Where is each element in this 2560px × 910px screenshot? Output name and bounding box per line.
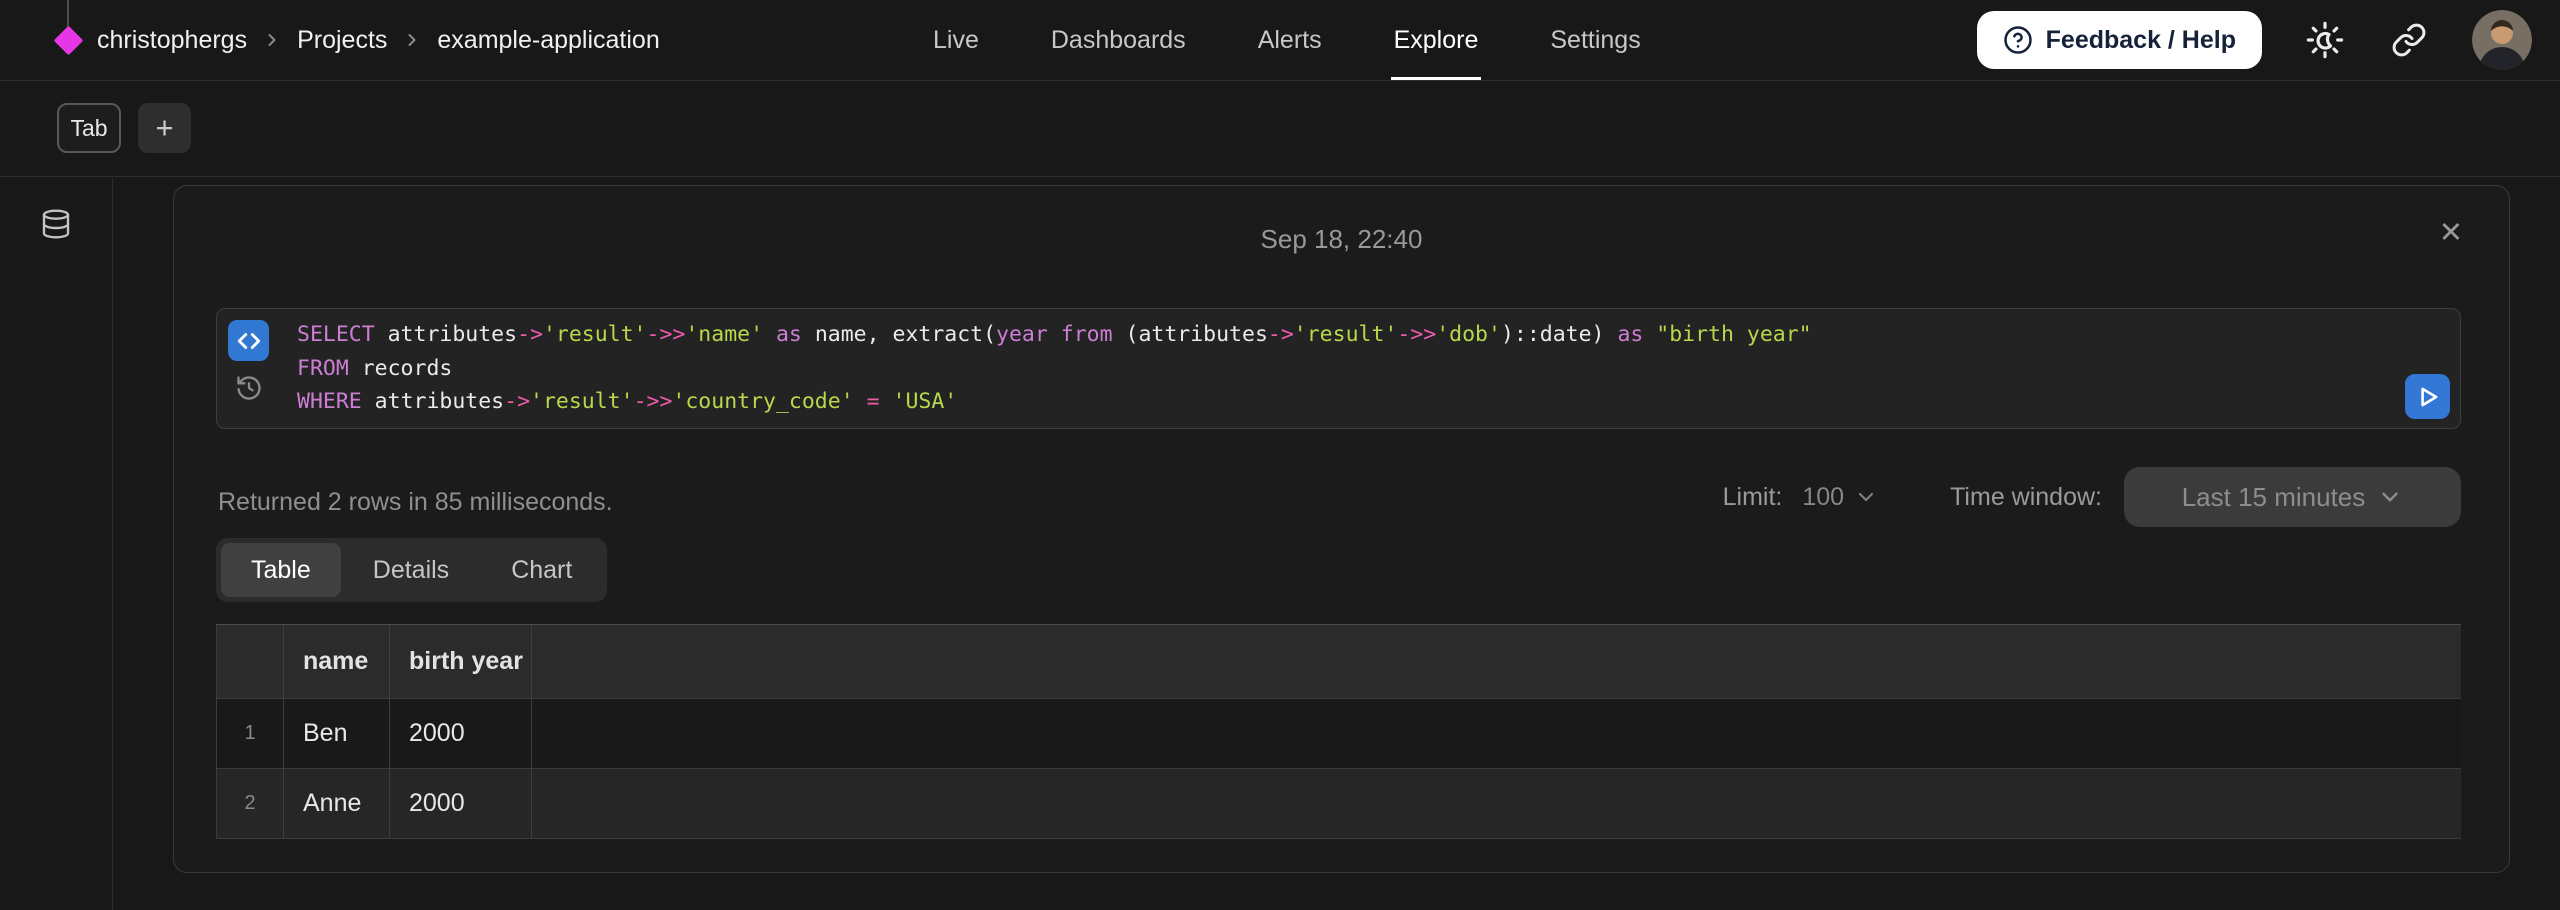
breadcrumb-project-name[interactable]: example-application xyxy=(437,26,659,55)
sql-editor: SELECT attributes->'result'->>'name' as … xyxy=(216,308,2461,429)
top-nav-bar: christophergs Projects example-applicati… xyxy=(0,0,2560,81)
table-header-row: namebirth year xyxy=(217,625,2461,699)
code-mode-button[interactable] xyxy=(228,320,269,361)
row-number: 1 xyxy=(217,699,284,768)
breadcrumb-projects[interactable]: Projects xyxy=(297,26,387,55)
column-header-filler xyxy=(532,625,2461,698)
limit-label: Limit: xyxy=(1723,483,1783,512)
limit-dropdown[interactable]: 100 xyxy=(1802,483,1878,512)
cell-name: Ben xyxy=(284,699,390,768)
play-icon xyxy=(2415,384,2441,410)
nav-item-settings[interactable]: Settings xyxy=(1550,0,1640,80)
table-row: 1Ben2000 xyxy=(217,699,2461,769)
feedback-help-label: Feedback / Help xyxy=(2046,26,2236,55)
feedback-help-button[interactable]: Feedback / Help xyxy=(1977,11,2262,69)
user-avatar[interactable] xyxy=(2472,10,2532,70)
close-icon[interactable]: ✕ xyxy=(2439,219,2463,248)
query-history-button[interactable] xyxy=(232,371,265,404)
sql-code-input[interactable]: SELECT attributes->'result'->>'name' as … xyxy=(297,318,2388,419)
top-right-actions: Feedback / Help xyxy=(1977,0,2532,80)
history-clock-icon xyxy=(235,374,263,402)
results-table: namebirth year1Ben20002Anne2000 xyxy=(216,624,2461,839)
table-row: 2Anne2000 xyxy=(217,769,2461,839)
time-window-value: Last 15 minutes xyxy=(2182,482,2366,513)
cell-birth-year: 2000 xyxy=(390,769,532,838)
schema-browser-button[interactable] xyxy=(36,204,76,244)
chevron-right-icon xyxy=(262,30,282,50)
result-view-tabs: TableDetailsChart xyxy=(216,538,607,602)
theme-toggle-button[interactable] xyxy=(2304,19,2346,61)
tab-strip: Tab + xyxy=(0,82,2560,177)
share-link-button[interactable] xyxy=(2388,19,2430,61)
brand-logo-diamond[interactable] xyxy=(54,26,84,56)
query-timestamp: Sep 18, 22:40 xyxy=(174,224,2509,255)
limit-value: 100 xyxy=(1802,483,1844,512)
time-window-dropdown[interactable]: Last 15 minutes xyxy=(2124,467,2461,527)
database-icon xyxy=(40,207,72,241)
cell-filler xyxy=(532,699,2461,768)
query-result-card: Sep 18, 22:40 ✕ SELECT attributes->'resu… xyxy=(173,185,2510,873)
theme-sun-moon-icon xyxy=(2306,21,2344,59)
run-query-button[interactable] xyxy=(2405,374,2450,419)
sql-line-2: FROM records xyxy=(297,352,2388,386)
column-header-birth-year: birth year xyxy=(390,625,532,698)
view-tab-details[interactable]: Details xyxy=(343,543,479,597)
sql-line-1: SELECT attributes->'result'->>'name' as … xyxy=(297,318,2388,352)
breadcrumb-org[interactable]: christophergs xyxy=(97,26,247,55)
nav-item-alerts[interactable]: Alerts xyxy=(1258,0,1322,80)
help-circle-icon xyxy=(2003,25,2033,55)
query-controls: Limit: 100 Time window: Last 15 minutes xyxy=(1723,464,2461,530)
breadcrumb: christophergs Projects example-applicati… xyxy=(97,0,660,80)
nav-item-live[interactable]: Live xyxy=(933,0,979,80)
code-brackets-icon xyxy=(236,328,262,354)
column-header-name: name xyxy=(284,625,390,698)
query-status-text: Returned 2 rows in 85 milliseconds. xyxy=(218,474,613,530)
sql-line-3: WHERE attributes->'result'->>'country_co… xyxy=(297,385,2388,419)
tab-chip[interactable]: Tab xyxy=(57,103,121,153)
primary-nav: Live Dashboards Alerts Explore Settings xyxy=(933,0,1641,80)
link-icon xyxy=(2391,22,2427,58)
chevron-right-icon xyxy=(402,30,422,50)
logo-connector-line xyxy=(67,0,69,27)
nav-item-explore[interactable]: Explore xyxy=(1394,0,1479,80)
nav-item-dashboards[interactable]: Dashboards xyxy=(1051,0,1186,80)
cell-filler xyxy=(532,769,2461,838)
cell-birth-year: 2000 xyxy=(390,699,532,768)
chevron-down-icon xyxy=(1854,485,1878,509)
chevron-down-icon xyxy=(2377,484,2403,510)
view-tab-chart[interactable]: Chart xyxy=(481,543,602,597)
cell-name: Anne xyxy=(284,769,390,838)
time-window-label: Time window: xyxy=(1950,483,2102,512)
row-number-header xyxy=(217,625,284,698)
row-number: 2 xyxy=(217,769,284,838)
left-sidebar xyxy=(0,178,113,910)
add-tab-button[interactable]: + xyxy=(138,103,191,153)
view-tab-table[interactable]: Table xyxy=(221,543,341,597)
